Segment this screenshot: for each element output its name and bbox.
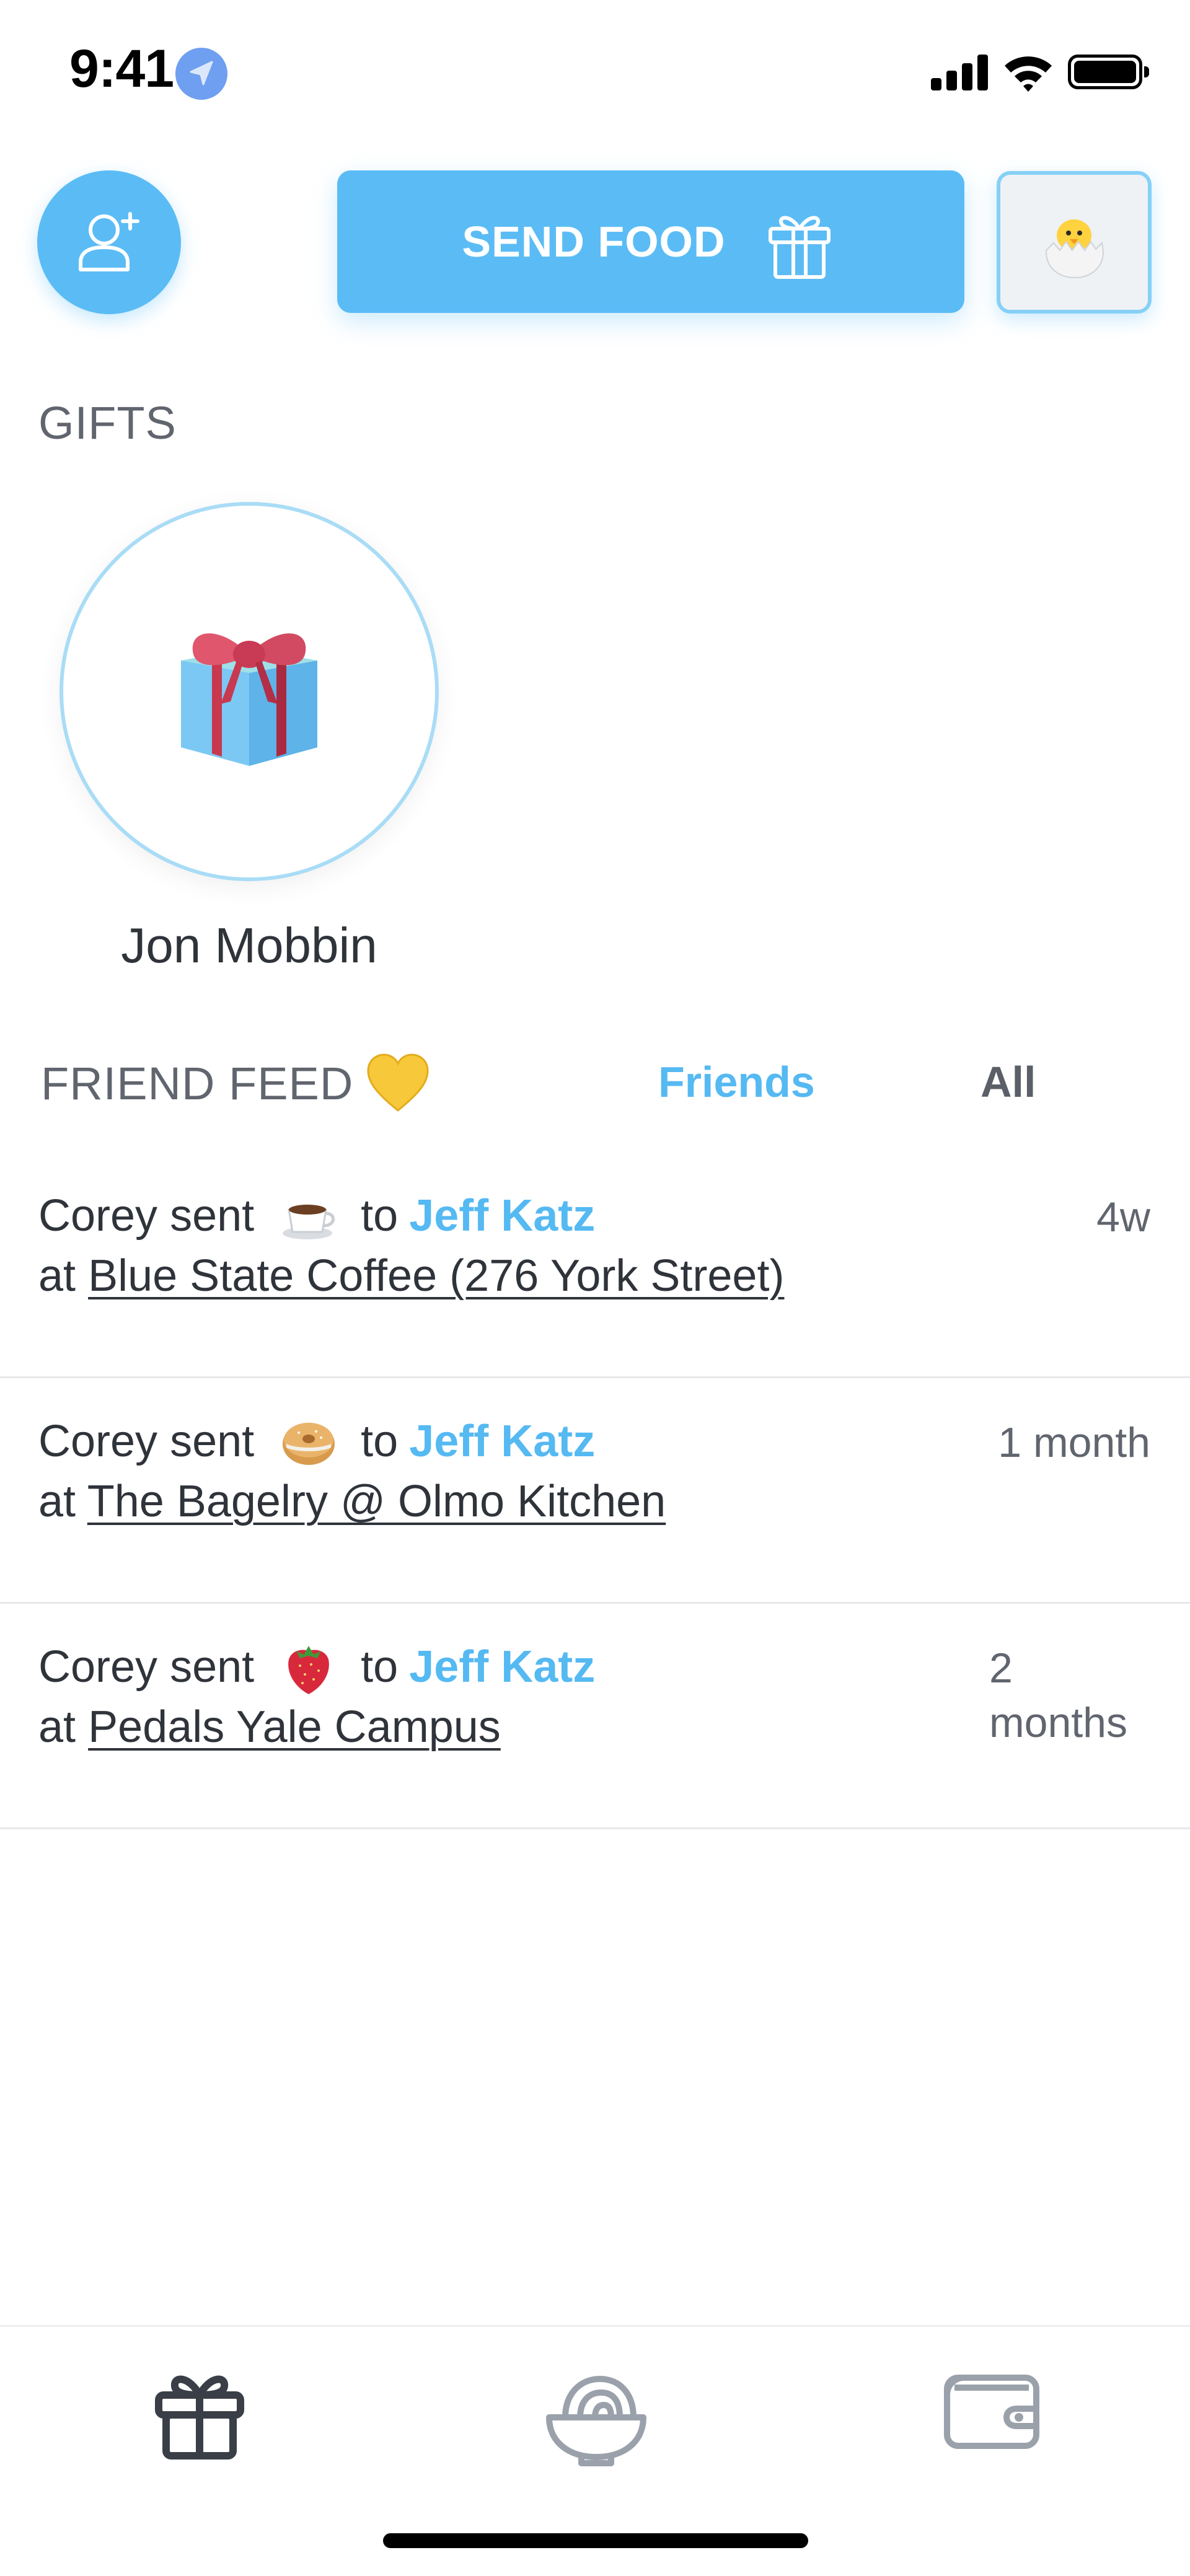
tab-wallet[interactable] [942, 2363, 1041, 2459]
feed-sender-text: Corey sent [38, 1191, 255, 1241]
cellular-signal-icon [931, 55, 988, 90]
profile-button[interactable] [997, 171, 1152, 314]
feed-item-summary: Corey sent to Jeff Katz [38, 1410, 595, 1472]
status-time: 9:41 [69, 39, 174, 99]
tab-friends[interactable]: Friends [658, 1057, 815, 1107]
gift-sender-name: Jon Mobbin [121, 918, 377, 973]
feed-item-location: at Blue State Coffee (276 York Street) [38, 1251, 784, 1301]
feed-timestamp: 4w [1096, 1193, 1150, 1241]
coffee-icon [283, 1205, 335, 1239]
feed-timestamp: 1 month [998, 1419, 1150, 1466]
feed-at-text: at [38, 1477, 76, 1526]
wrapped-gift-icon [181, 633, 317, 766]
tab-all[interactable]: All [981, 1057, 1036, 1107]
feed-to-text: to [361, 1191, 399, 1241]
add-friend-icon [79, 212, 139, 271]
feed-recipient-link[interactable]: Jeff Katz [409, 1642, 595, 1692]
feed-at-text: at [38, 1251, 76, 1301]
gift-card[interactable] [60, 502, 439, 881]
location-arrow-icon [175, 48, 227, 100]
send-food-button[interactable]: SEND FOOD [337, 170, 964, 313]
food-bowl-tab-icon [546, 2375, 646, 2466]
feed-to-text: to [361, 1642, 399, 1692]
gift-icon [768, 216, 831, 279]
hatching-chick-icon [1046, 219, 1104, 279]
feed-place-link[interactable]: The Bagelry @ Olmo Kitchen [87, 1477, 666, 1526]
battery-icon [1068, 55, 1149, 89]
wifi-icon [1002, 51, 1054, 92]
add-friend-button[interactable] [37, 170, 181, 314]
feed-item[interactable]: Corey sent to Jeff Katz at Blue State Co… [0, 1153, 1190, 1378]
home-indicator [383, 2533, 808, 2548]
yellow-heart-icon [367, 1053, 429, 1112]
feed-item-summary: Corey sent to Jeff Katz [38, 1185, 595, 1247]
status-bar: 9:41 [0, 0, 1190, 149]
feed-item-summary: Corey sent to Jeff Katz [38, 1636, 595, 1698]
wallet-tab-icon [944, 2375, 1039, 2449]
tab-food[interactable] [540, 2363, 652, 2471]
feed-recipient-link[interactable]: Jeff Katz [409, 1416, 595, 1467]
feed-item[interactable]: Corey sent to Jeff Katz at Pedals Yale C… [0, 1604, 1190, 1829]
feed-place-link[interactable]: Blue State Coffee (276 York Street) [88, 1251, 784, 1301]
feed-timestamp: 2 months [989, 1645, 1127, 1746]
friend-feed-title: FRIEND FEED [41, 1057, 354, 1109]
feed-item-location: at The Bagelry @ Olmo Kitchen [38, 1476, 666, 1527]
feed-item-location: at Pedals Yale Campus [38, 1702, 501, 1752]
feed-at-text: at [38, 1702, 76, 1752]
feed-recipient-link[interactable]: Jeff Katz [409, 1190, 595, 1241]
tab-gifts[interactable] [150, 2363, 249, 2465]
gifts-heading: GIFTS [38, 397, 177, 449]
feed-place-link[interactable]: Pedals Yale Campus [88, 1702, 501, 1752]
gift-tab-icon [155, 2375, 244, 2460]
send-food-label: SEND FOOD [462, 218, 726, 266]
feed-sender-text: Corey sent [38, 1642, 255, 1692]
strawberry-icon [288, 1646, 330, 1694]
feed-to-text: to [361, 1417, 399, 1466]
friend-feed-heading: FRIEND FEED [41, 1053, 430, 1113]
bagel-icon [283, 1423, 335, 1465]
feed-sender-text: Corey sent [38, 1417, 255, 1466]
feed-item[interactable]: Corey sent to Jeff Katz at The Bagelry @… [0, 1378, 1190, 1604]
